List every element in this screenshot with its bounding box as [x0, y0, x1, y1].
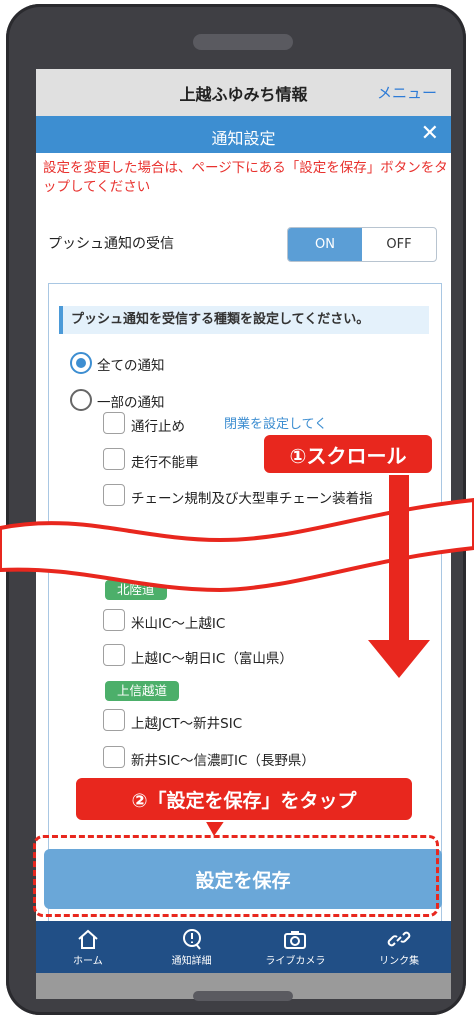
nav-home[interactable]: ホーム: [36, 921, 140, 973]
modal-title: 通知設定: [211, 129, 276, 148]
checkbox-label: 通行止め: [131, 419, 185, 435]
panel-heading: プッシュ通知を受信する種類を設定してください。: [59, 306, 429, 334]
checkbox-arai-shinano[interactable]: [103, 746, 125, 768]
radio-all[interactable]: [70, 352, 92, 374]
modal-header: 通知設定 ✕: [36, 116, 451, 153]
home-icon: [78, 929, 98, 949]
app-header: 上越ふゆみち情報 メニュー: [36, 69, 451, 116]
checkbox-joetsu-asahi[interactable]: [103, 644, 125, 666]
radio-all-label: 全ての通知: [97, 358, 165, 374]
checkbox-disabled-vehicle[interactable]: [103, 448, 125, 470]
close-icon[interactable]: ✕: [421, 121, 439, 146]
notification-detail-icon: [182, 928, 201, 950]
push-on-button[interactable]: ON: [288, 228, 362, 261]
nav-label: ライブカメラ: [265, 955, 326, 967]
checkbox-michinoeki[interactable]: [103, 545, 125, 567]
push-off-button[interactable]: OFF: [362, 228, 436, 261]
radio-some[interactable]: [70, 389, 92, 411]
checkbox-label: 走行不能車: [131, 455, 199, 471]
nav-live-camera[interactable]: ライブカメラ: [244, 921, 348, 973]
link-icon: [387, 931, 411, 946]
save-button-highlight: [33, 835, 439, 917]
menu-button[interactable]: メニュー: [377, 82, 437, 103]
nav-label: リンク集: [379, 955, 420, 967]
checkbox-label: 道の駅あらい: [131, 552, 212, 568]
checkbox-label: チェーン規制及び大型車チェーン装着指: [131, 491, 373, 507]
nav-label: 通知詳細: [171, 955, 212, 967]
nav-label: ホーム: [73, 955, 103, 967]
checkbox-yoneyama-joetsu[interactable]: [103, 609, 125, 631]
push-receive-label: プッシュ通知の受信: [48, 236, 174, 252]
nav-notification-detail[interactable]: 通知詳細: [140, 921, 244, 973]
push-toggle: ON OFF: [287, 227, 437, 262]
warning-text: 設定を変更した場合は、ページ下にある「設定を保存」ボタンをタップしてください: [43, 160, 448, 195]
checkbox-label: 上越JCT〜新井SIC: [131, 716, 243, 732]
speaker-slot: [193, 34, 293, 50]
nav-links[interactable]: リンク集: [347, 921, 451, 973]
notification-type-panel: プッシュ通知を受信する種類を設定してください。 全ての通知 一部の通知 通行止め…: [48, 283, 442, 925]
badge-hokuriku: 北陸道: [105, 580, 167, 600]
partial-section-text: 閉業を設定してく: [224, 417, 328, 432]
camera-icon: [284, 930, 307, 949]
radio-some-label: 一部の通知: [97, 395, 165, 411]
scroll-instruction: ①スクロール: [262, 433, 434, 475]
badge-joshinetsu: 上信越道: [105, 681, 180, 701]
checkbox-road-closure[interactable]: [103, 412, 125, 434]
checkbox-label: 上越IC〜朝日IC（富山県）: [131, 651, 293, 667]
tap-instruction: ②「設定を保存」をタップ: [74, 776, 414, 822]
checkbox-label: 米山IC〜上越IC: [131, 616, 226, 632]
checkbox-label: 新井SIC〜信濃町IC（長野県）: [131, 753, 315, 769]
home-indicator: [193, 991, 293, 1001]
bottom-nav: ホーム 通知詳細 ライブカメラ リンク集: [36, 921, 451, 973]
checkbox-joetsujct-arai[interactable]: [103, 709, 125, 731]
checkbox-chain-regulation[interactable]: [103, 484, 125, 506]
